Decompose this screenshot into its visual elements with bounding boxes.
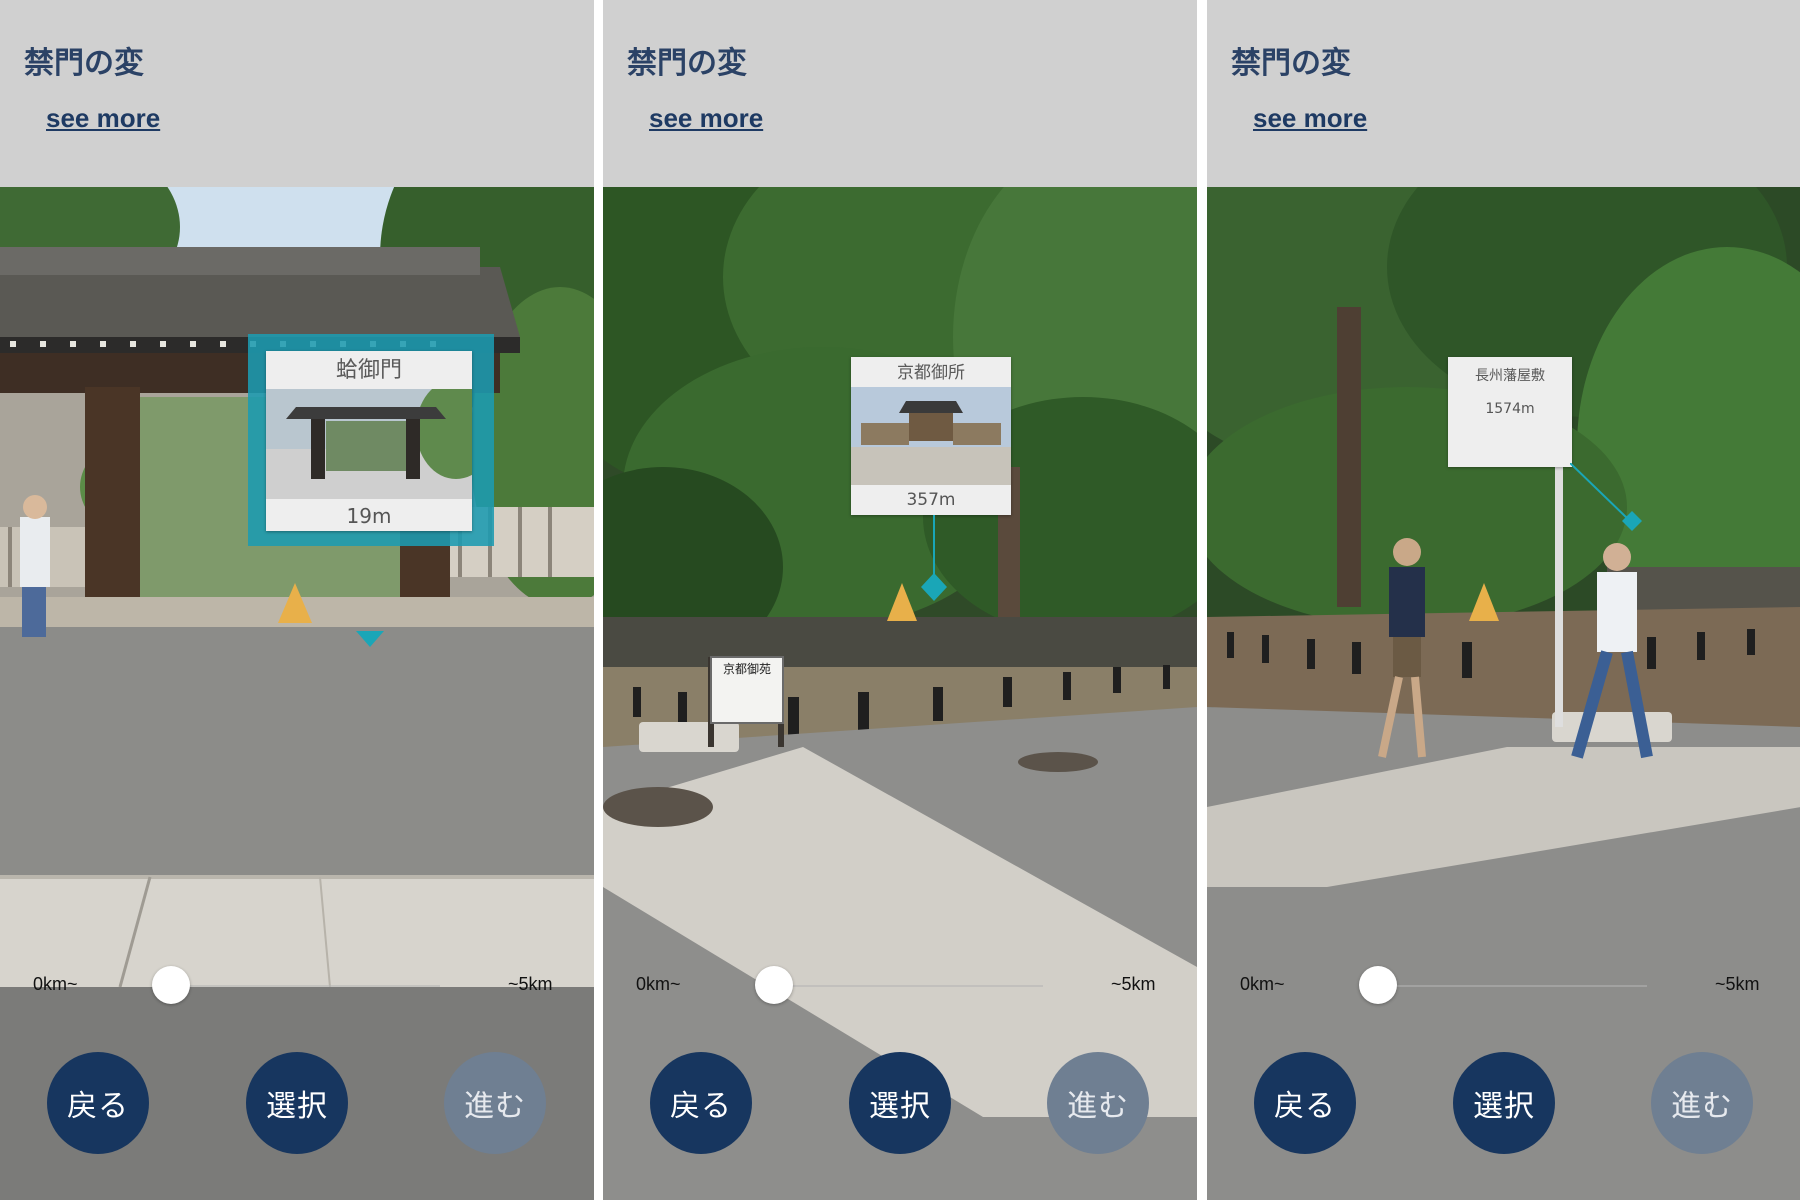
header: 禁門の変 see more <box>603 0 1197 187</box>
distance-slider-thumb[interactable] <box>1359 966 1397 1004</box>
poi-distance: 1574m <box>1485 401 1535 417</box>
street-scene-corner <box>1207 187 1800 1200</box>
camera-view: 蛤御門 19m <box>0 187 594 1200</box>
camera-view: 京都御苑 京都御所 357m <box>603 187 1197 1200</box>
triangle-icon <box>278 583 312 623</box>
slider-min-label: 0km~ <box>636 974 681 994</box>
page-title: 禁門の変 <box>627 46 747 81</box>
distance-slider-track[interactable] <box>773 985 1043 987</box>
slider-max-label: ~5km <box>1111 974 1156 994</box>
page-title: 禁門の変 <box>24 46 144 81</box>
distance-slider-track[interactable] <box>170 985 440 987</box>
next-button[interactable]: 進む <box>444 1052 546 1154</box>
poi-card[interactable]: 蛤御門 19m <box>266 351 472 531</box>
poi-name: 蛤御門 <box>335 358 402 383</box>
back-button[interactable]: 戻る <box>1254 1052 1356 1154</box>
triangle-icon <box>1469 583 1499 621</box>
poi-distance: 357m <box>906 490 956 510</box>
triangle-icon <box>887 583 917 621</box>
phone-screen-1: 禁門の変 see more 蛤御門 19m 0km~ ~5km 戻る 選択 進む <box>0 0 594 1200</box>
sign-text: 京都御苑 <box>722 662 771 676</box>
header: 禁門の変 see more <box>1207 0 1800 187</box>
phone-screen-3: 禁門の変 see more 長州藩屋敷 1574m 0km~ ~5km 戻る 選… <box>1207 0 1800 1200</box>
select-button[interactable]: 選択 <box>849 1052 951 1154</box>
select-button[interactable]: 選択 <box>1453 1052 1555 1154</box>
poi-name: 京都御所 <box>897 363 965 383</box>
diamond-pin-icon <box>1570 463 1642 531</box>
see-more-link[interactable]: see more <box>1253 103 1367 134</box>
poi-card[interactable]: 長州藩屋敷 1574m <box>1448 357 1572 467</box>
poi-name: 長州藩屋敷 <box>1475 368 1545 384</box>
distance-slider-track[interactable] <box>1377 985 1647 987</box>
slider-max-label: ~5km <box>1715 974 1760 994</box>
back-button[interactable]: 戻る <box>47 1052 149 1154</box>
diamond-pin-icon <box>921 515 947 601</box>
slider-min-label: 0km~ <box>1240 974 1285 994</box>
page-title: 禁門の変 <box>1231 46 1351 81</box>
next-button[interactable]: 進む <box>1651 1052 1753 1154</box>
slider-max-label: ~5km <box>508 974 553 994</box>
poi-card[interactable]: 京都御所 357m <box>851 357 1011 515</box>
phone-screen-2: 禁門の変 see more 京都御苑 京都御所 357m 0km~ ~5km 戻… <box>603 0 1197 1200</box>
see-more-link[interactable]: see more <box>649 103 763 134</box>
street-scene-trees <box>603 187 1197 1200</box>
distance-slider-thumb[interactable] <box>152 966 190 1004</box>
select-button[interactable]: 選択 <box>246 1052 348 1154</box>
next-button[interactable]: 進む <box>1047 1052 1149 1154</box>
diamond-pin-icon <box>356 631 384 647</box>
camera-view: 長州藩屋敷 1574m <box>1207 187 1800 1200</box>
header: 禁門の変 see more <box>0 0 594 187</box>
poi-photo <box>851 387 1011 485</box>
back-button[interactable]: 戻る <box>650 1052 752 1154</box>
poi-photo <box>266 389 472 499</box>
distance-slider-thumb[interactable] <box>755 966 793 1004</box>
slider-min-label: 0km~ <box>33 974 78 994</box>
poi-distance: 19m <box>346 504 392 528</box>
see-more-link[interactable]: see more <box>46 103 160 134</box>
